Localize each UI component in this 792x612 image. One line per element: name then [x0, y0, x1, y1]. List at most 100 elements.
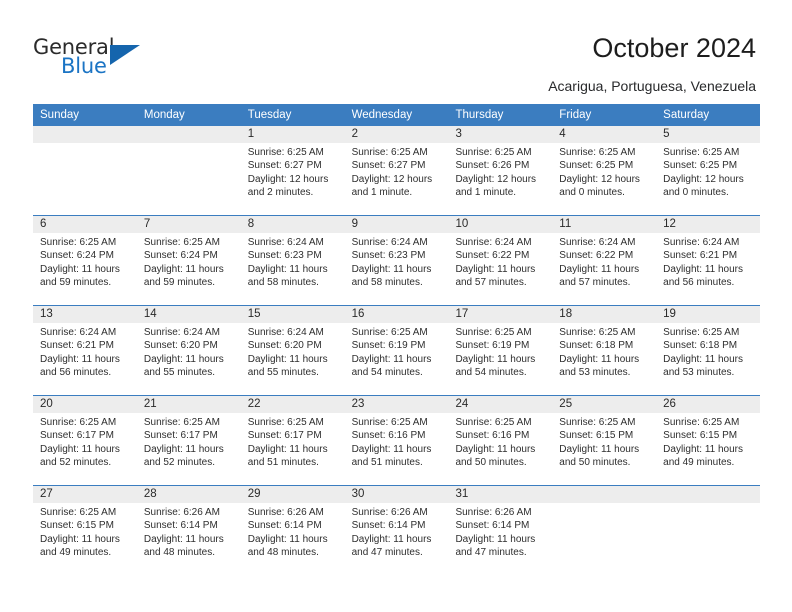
- daylight-text: Daylight: 11 hours and 56 minutes.: [40, 353, 120, 379]
- daylight-text: Daylight: 12 hours and 1 minute.: [351, 173, 433, 199]
- day-number-band: 13: [33, 306, 137, 323]
- daylight-text: Daylight: 11 hours and 58 minutes.: [247, 263, 328, 289]
- day-number-band: 25: [552, 396, 657, 413]
- calendar-day-cell[interactable]: 4 Sunrise: 6:25 AM Sunset: 6:25 PM Daylight…: [552, 126, 657, 215]
- calendar-day-cell[interactable]: 18 Sunrise: 6:25 AM Sunset: 6:18 PM Dayligh…: [552, 306, 657, 395]
- calendar-day-cell[interactable]: 7 Sunrise: 6:25 AM Sunset: 6:24 PM Daylight…: [136, 216, 241, 305]
- calendar-day-cell[interactable]: 3 Sunrise: 6:25 AM Sunset: 6:26 PM Daylight…: [448, 126, 553, 215]
- day-number-band: 29: [240, 486, 345, 503]
- day-number: 30: [351, 488, 365, 500]
- day-sun-info: Sunrise: 6:26 AM Sunset: 6:14 PM Daylight:…: [241, 503, 345, 560]
- daylight-text: Daylight: 12 hours and 2 minutes.: [247, 173, 329, 199]
- daylight-text: Daylight: 11 hours and 57 minutes.: [455, 263, 536, 289]
- day-number: 25: [559, 398, 573, 410]
- calendar-day-cell[interactable]: 13 Sunrise: 6:24 AM Sunset: 6:21 PM Dayligh…: [33, 306, 137, 395]
- sunrise-text: Sunrise: 6:25 AM: [351, 327, 428, 338]
- day-number: 17: [455, 308, 469, 320]
- calendar-day-cell[interactable]: 9 Sunrise: 6:24 AM Sunset: 6:23 PM Daylight…: [344, 216, 449, 305]
- calendar-day-cell[interactable]: 19 Sunrise: 6:25 AM Sunset: 6:18 PM Dayligh…: [656, 306, 761, 395]
- calendar-day-cell[interactable]: 25 Sunrise: 6:25 AM Sunset: 6:15 PM Dayligh…: [552, 396, 657, 485]
- calendar-day-cell[interactable]: 27 Sunrise: 6:25 AM Sunset: 6:15 PM Dayligh…: [33, 486, 137, 575]
- logo-triangle-icon: [110, 45, 140, 65]
- calendar-day-cell[interactable]: 17 Sunrise: 6:25 AM Sunset: 6:19 PM Dayligh…: [448, 306, 553, 395]
- sunrise-text: Sunrise: 6:25 AM: [247, 417, 324, 428]
- calendar-day-cell[interactable]: 5 Sunrise: 6:25 AM Sunset: 6:25 PM Daylight…: [656, 126, 761, 215]
- daylight-text: Daylight: 11 hours and 48 minutes.: [247, 533, 328, 559]
- day-sun-info: Sunrise: 6:25 AM Sunset: 6:27 PM Daylight:…: [241, 143, 345, 200]
- daylight-text: Daylight: 11 hours and 57 minutes.: [559, 263, 640, 289]
- calendar-day-cell[interactable]: 21 Sunrise: 6:25 AM Sunset: 6:17 PM Dayligh…: [136, 396, 241, 485]
- day-number-band: 4: [552, 126, 657, 143]
- day-number: 9: [351, 218, 358, 230]
- sunset-text: Sunset: 6:14 PM: [247, 520, 322, 532]
- logo[interactable]: General Blue: [33, 35, 213, 85]
- calendar-day-cell-empty: [136, 126, 241, 215]
- calendar-day-cell[interactable]: 1 Sunrise: 6:25 AM Sunset: 6:27 PM Daylight…: [240, 126, 345, 215]
- calendar-day-cell-empty: [656, 486, 761, 575]
- day-number: 22: [247, 398, 261, 410]
- calendar-day-cell[interactable]: 28 Sunrise: 6:26 AM Sunset: 6:14 PM Dayligh…: [136, 486, 241, 575]
- daylight-text: Daylight: 11 hours and 55 minutes.: [143, 353, 224, 379]
- day-sun-info: Sunrise: 6:25 AM Sunset: 6:18 PM Daylight:…: [552, 323, 656, 380]
- calendar-day-cell[interactable]: 26 Sunrise: 6:25 AM Sunset: 6:15 PM Dayligh…: [656, 396, 761, 485]
- day-sun-info: Sunrise: 6:25 AM Sunset: 6:19 PM Daylight:…: [448, 323, 552, 380]
- sunset-text: Sunset: 6:18 PM: [663, 340, 738, 352]
- calendar-day-cell[interactable]: 2 Sunrise: 6:25 AM Sunset: 6:27 PM Daylight…: [344, 126, 449, 215]
- daylight-text: Daylight: 12 hours and 1 minute.: [455, 173, 537, 199]
- calendar-day-cell[interactable]: 14 Sunrise: 6:24 AM Sunset: 6:20 PM Dayligh…: [136, 306, 241, 395]
- day-number: 26: [663, 398, 676, 410]
- day-number: 19: [663, 308, 676, 320]
- weekday-header-row: Sunday Monday Tuesday Wednesday Thursday Frid…: [33, 104, 760, 126]
- calendar-day-cell[interactable]: 23 Sunrise: 6:25 AM Sunset: 6:16 PM Dayligh…: [344, 396, 449, 485]
- calendar-day-cell[interactable]: 24 Sunrise: 6:25 AM Sunset: 6:16 PM Dayligh…: [448, 396, 553, 485]
- calendar-day-cell[interactable]: 31 Sunrise: 6:26 AM Sunset: 6:14 PM Dayligh…: [448, 486, 553, 575]
- weekday-header-sunday: Sunday: [40, 109, 80, 121]
- calendar-day-cell[interactable]: 29 Sunrise: 6:26 AM Sunset: 6:14 PM Dayligh…: [240, 486, 345, 575]
- day-sun-info: Sunrise: 6:25 AM Sunset: 6:24 PM Daylight:…: [137, 233, 241, 290]
- calendar-day-cell[interactable]: 6 Sunrise: 6:25 AM Sunset: 6:24 PM Daylight…: [33, 216, 137, 305]
- sunset-text: Sunset: 6:21 PM: [40, 340, 114, 352]
- daylight-text: Daylight: 11 hours and 50 minutes.: [455, 443, 536, 469]
- daylight-text: Daylight: 11 hours and 55 minutes.: [247, 353, 328, 379]
- sunset-text: Sunset: 6:26 PM: [455, 160, 530, 172]
- calendar-day-cell[interactable]: 10 Sunrise: 6:24 AM Sunset: 6:22 PM Dayligh…: [448, 216, 553, 305]
- calendar-day-cell[interactable]: 11 Sunrise: 6:24 AM Sunset: 6:22 PM Dayligh…: [552, 216, 657, 305]
- daylight-text: Daylight: 11 hours and 49 minutes.: [663, 443, 744, 469]
- calendar-day-cell[interactable]: 12 Sunrise: 6:24 AM Sunset: 6:21 PM Dayligh…: [656, 216, 761, 305]
- day-number-band: 8: [240, 216, 345, 233]
- calendar-day-cell[interactable]: 20 Sunrise: 6:25 AM Sunset: 6:17 PM Dayligh…: [33, 396, 137, 485]
- day-number-band: 19: [656, 306, 761, 323]
- calendar-week-row: 1 Sunrise: 6:25 AM Sunset: 6:27 PM Daylight…: [33, 126, 761, 215]
- day-sun-info: Sunrise: 6:25 AM Sunset: 6:25 PM Daylight:…: [656, 143, 760, 200]
- page-header: General Blue October 2024 Acarigua, Port…: [0, 0, 792, 100]
- sunrise-text: Sunrise: 6:25 AM: [559, 327, 636, 338]
- calendar-day-cell[interactable]: 30 Sunrise: 6:26 AM Sunset: 6:14 PM Dayligh…: [344, 486, 449, 575]
- day-number: 13: [40, 308, 53, 320]
- day-number-band: 17: [448, 306, 553, 323]
- sunset-text: Sunset: 6:14 PM: [351, 520, 426, 532]
- day-number-band: 15: [240, 306, 345, 323]
- day-number: 24: [455, 398, 469, 410]
- calendar-day-cell[interactable]: 8 Sunrise: 6:24 AM Sunset: 6:23 PM Daylight…: [240, 216, 345, 305]
- day-number: 21: [143, 398, 157, 410]
- sunrise-text: Sunrise: 6:25 AM: [143, 417, 221, 428]
- day-sun-info: Sunrise: 6:24 AM Sunset: 6:21 PM Daylight:…: [656, 233, 760, 290]
- sunset-text: Sunset: 6:19 PM: [455, 340, 530, 352]
- sunset-text: Sunset: 6:27 PM: [247, 160, 322, 172]
- page-title: October 2024: [592, 33, 756, 63]
- day-sun-info: Sunrise: 6:24 AM Sunset: 6:20 PM Daylight:…: [241, 323, 345, 380]
- daylight-text: Daylight: 11 hours and 48 minutes.: [143, 533, 224, 559]
- sunset-text: Sunset: 6:25 PM: [663, 160, 738, 172]
- day-sun-info: Sunrise: 6:25 AM Sunset: 6:17 PM Daylight:…: [33, 413, 137, 470]
- calendar-day-cell[interactable]: 16 Sunrise: 6:25 AM Sunset: 6:19 PM Dayligh…: [344, 306, 449, 395]
- weekday-header-tuesday: Tuesday: [247, 109, 292, 121]
- calendar-day-cell[interactable]: 22 Sunrise: 6:25 AM Sunset: 6:17 PM Dayligh…: [240, 396, 345, 485]
- sunrise-text: Sunrise: 6:25 AM: [455, 327, 532, 338]
- day-number-band: 2: [344, 126, 449, 143]
- daylight-text: Daylight: 11 hours and 52 minutes.: [143, 443, 224, 469]
- day-number-band: 28: [136, 486, 241, 503]
- calendar-day-cell[interactable]: 15 Sunrise: 6:24 AM Sunset: 6:20 PM Dayligh…: [240, 306, 345, 395]
- day-number: 8: [247, 218, 255, 230]
- weekday-header-monday: Monday: [143, 109, 185, 121]
- day-sun-info: Sunrise: 6:25 AM Sunset: 6:16 PM Daylight:…: [345, 413, 449, 470]
